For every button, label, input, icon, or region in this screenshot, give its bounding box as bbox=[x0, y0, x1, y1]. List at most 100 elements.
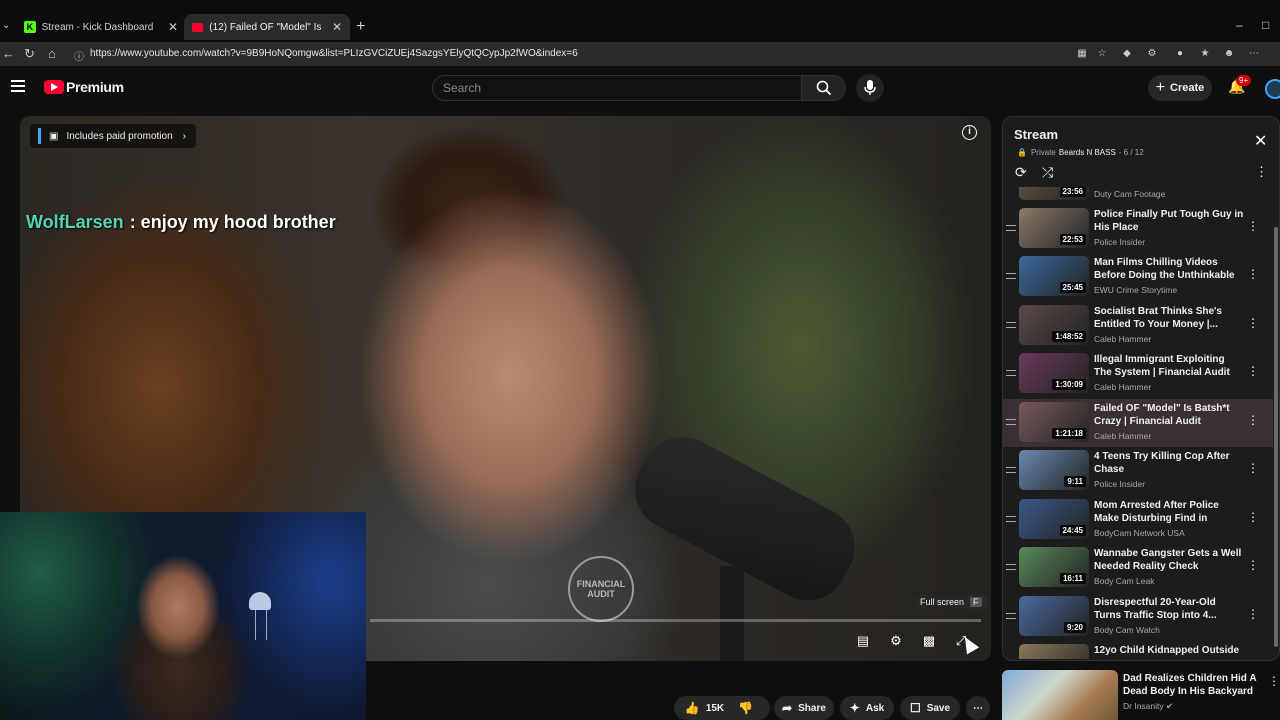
info-icon[interactable]: i bbox=[962, 125, 977, 140]
playlist-scrollbar[interactable] bbox=[1273, 187, 1278, 659]
channel-name[interactable]: Caleb Hammer bbox=[1094, 334, 1151, 344]
more-vertical-icon[interactable]: ⋮ bbox=[1247, 219, 1259, 233]
playlist-title[interactable]: Stream bbox=[1014, 127, 1058, 142]
save-button[interactable]: ☐ Save bbox=[900, 696, 960, 720]
video-thumbnail[interactable]: 16:11 bbox=[1019, 547, 1089, 587]
video-title[interactable]: 12yo Child Kidnapped Outside bbox=[1094, 644, 1244, 657]
video-title[interactable]: Mom Arrested After Police Make Disturbin… bbox=[1094, 499, 1244, 525]
video-thumbnail[interactable]: 9:11 bbox=[1019, 450, 1089, 490]
drag-handle-icon[interactable] bbox=[1006, 370, 1016, 376]
back-icon[interactable]: ← bbox=[2, 46, 15, 61]
paid-promotion-badge[interactable]: ▣ Includes paid promotion › bbox=[30, 124, 196, 148]
channel-name[interactable]: BodyCam Network USA bbox=[1094, 528, 1185, 538]
list-item[interactable]: 22:53 Police Finally Put Tough Guy in Hi… bbox=[1003, 205, 1273, 253]
minimize-icon[interactable]: – bbox=[1236, 18, 1243, 32]
more-vertical-icon[interactable]: ⋮ bbox=[1268, 674, 1280, 688]
theater-mode-icon[interactable]: ▩ bbox=[918, 630, 940, 652]
more-vertical-icon[interactable]: ⋮ bbox=[1247, 364, 1259, 378]
url-field[interactable]: https://www.youtube.com/watch?v=9B9HoNQo… bbox=[90, 48, 578, 59]
drag-handle-icon[interactable] bbox=[1006, 467, 1016, 473]
drag-handle-icon[interactable] bbox=[1006, 564, 1016, 570]
video-title[interactable]: Wannabe Gangster Gets a Well Needed Real… bbox=[1094, 547, 1244, 573]
search-input[interactable]: Search bbox=[432, 75, 802, 101]
more-vertical-icon[interactable]: ⋮ bbox=[1247, 413, 1259, 427]
thumbs-down-icon[interactable]: 👎 bbox=[738, 701, 753, 715]
settings-gear-icon[interactable]: ⚙ bbox=[885, 630, 907, 652]
maximize-icon[interactable]: □ bbox=[1262, 18, 1269, 32]
video-thumbnail[interactable]: 1:48:52 bbox=[1019, 305, 1089, 345]
reload-icon[interactable]: ↻ bbox=[24, 46, 35, 62]
extension-icon[interactable]: ● bbox=[1174, 48, 1186, 60]
captions-icon[interactable]: ▤ bbox=[852, 630, 874, 652]
loop-icon[interactable]: ⟳ bbox=[1015, 164, 1027, 181]
site-info-icon[interactable]: ⓘ bbox=[74, 48, 84, 63]
drag-handle-icon[interactable] bbox=[1006, 613, 1016, 619]
video-thumbnail[interactable] bbox=[1019, 644, 1089, 659]
close-icon[interactable]: ✕ bbox=[1254, 131, 1267, 151]
video-thumbnail[interactable]: 9:20 bbox=[1019, 596, 1089, 636]
channel-name[interactable]: Body Cam Watch bbox=[1094, 625, 1160, 635]
list-item-current[interactable]: 1:21:18 Failed OF "Model" Is Batsh*t Cra… bbox=[1003, 399, 1273, 447]
drag-handle-icon[interactable] bbox=[1006, 225, 1016, 231]
more-menu-icon[interactable]: ⋯ bbox=[1248, 48, 1260, 60]
video-thumbnail[interactable]: 22:53 bbox=[1019, 208, 1089, 248]
more-vertical-icon[interactable]: ⋮ bbox=[1247, 316, 1259, 330]
more-actions-button[interactable]: ⋯ bbox=[966, 696, 990, 720]
channel-name[interactable]: Duty Cam Footage bbox=[1094, 189, 1165, 199]
close-icon[interactable]: ✕ bbox=[168, 20, 178, 34]
browser-tab-kick[interactable]: K Stream - Kick Dashboard ✕ bbox=[16, 14, 186, 40]
video-title[interactable]: Man Films Chilling Videos Before Doing t… bbox=[1094, 256, 1244, 282]
video-title[interactable]: Illegal Immigrant Exploiting The System … bbox=[1094, 353, 1244, 379]
list-item[interactable]: 12yo Child Kidnapped Outside bbox=[1003, 641, 1273, 659]
channel-name[interactable]: Police Insider bbox=[1094, 479, 1145, 489]
create-button[interactable]: + Create bbox=[1148, 75, 1212, 101]
avatar[interactable] bbox=[1265, 79, 1280, 99]
voice-search-button[interactable] bbox=[856, 74, 884, 102]
video-title[interactable]: Disrespectful 20-Year-Old Turns Traffic … bbox=[1094, 596, 1244, 622]
scrollbar-thumb[interactable] bbox=[1274, 227, 1278, 647]
drag-handle-icon[interactable] bbox=[1006, 516, 1016, 522]
close-icon[interactable]: ✕ bbox=[332, 20, 342, 34]
new-tab-button[interactable]: + bbox=[356, 18, 365, 36]
search-button[interactable] bbox=[801, 75, 846, 101]
channel-name[interactable]: Caleb Hammer bbox=[1094, 431, 1151, 441]
more-vertical-icon[interactable]: ⋮ bbox=[1247, 558, 1259, 572]
video-title[interactable]: Police Finally Put Tough Guy in His Plac… bbox=[1094, 208, 1244, 234]
video-thumbnail[interactable]: 24:45 bbox=[1019, 499, 1089, 539]
thumbs-up-icon[interactable]: 👍 bbox=[685, 701, 700, 715]
list-item[interactable]: 9:20 Disrespectful 20-Year-Old Turns Tra… bbox=[1003, 593, 1273, 641]
video-title[interactable]: Failed OF "Model" Is Batsh*t Crazy | Fin… bbox=[1094, 402, 1244, 428]
channel-name[interactable]: Caleb Hammer bbox=[1094, 382, 1151, 392]
ask-button[interactable]: ✦ Ask bbox=[840, 696, 894, 720]
recommended-channel-name[interactable]: Dr Insanity ✔ bbox=[1123, 701, 1173, 712]
list-item[interactable]: 16:11 Wannabe Gangster Gets a Well Neede… bbox=[1003, 544, 1273, 592]
profile-avatar[interactable]: ☻ bbox=[1223, 48, 1235, 60]
tab-list-chevron-icon[interactable]: ⌄ bbox=[2, 20, 10, 31]
drag-handle-icon[interactable] bbox=[1006, 322, 1016, 328]
list-item[interactable]: 25:45 Man Films Chilling Videos Before D… bbox=[1003, 253, 1273, 301]
video-thumbnail[interactable]: 23:56 bbox=[1019, 187, 1089, 200]
app-install-icon[interactable]: ▦ bbox=[1076, 48, 1088, 60]
channel-name[interactable]: EWU Crime Storytime bbox=[1094, 285, 1177, 295]
video-thumbnail[interactable]: 1:21:18 bbox=[1019, 402, 1089, 442]
video-title[interactable]: 4 Teens Try Killing Cop After Chase bbox=[1094, 450, 1244, 476]
more-vertical-icon[interactable]: ⋮ bbox=[1255, 164, 1268, 180]
list-item[interactable]: 1:30:09 Illegal Immigrant Exploiting The… bbox=[1003, 350, 1273, 398]
more-vertical-icon[interactable]: ⋮ bbox=[1247, 607, 1259, 621]
list-item[interactable]: 23:56 Duty Cam Footage bbox=[1003, 187, 1273, 205]
drag-handle-icon[interactable] bbox=[1006, 273, 1016, 279]
progress-bar[interactable] bbox=[370, 619, 981, 622]
recommended-video-title[interactable]: Dad Realizes Children Hid A Dead Body In… bbox=[1123, 672, 1263, 698]
list-item[interactable]: 24:45 Mom Arrested After Police Make Dis… bbox=[1003, 496, 1273, 544]
home-icon[interactable]: ⌂ bbox=[48, 46, 56, 61]
shuffle-icon[interactable]: ⤮ bbox=[1042, 164, 1053, 181]
extension-diamond-icon[interactable]: ◆ bbox=[1121, 48, 1133, 60]
list-item[interactable]: 9:11 4 Teens Try Killing Cop After Chase… bbox=[1003, 447, 1273, 495]
hamburger-menu-icon[interactable] bbox=[11, 80, 25, 92]
browser-tab-youtube[interactable]: (12) Failed OF "Model" Is Batsh*t C ✕ bbox=[184, 14, 350, 40]
list-item[interactable]: 1:48:52 Socialist Brat Thinks She's Enti… bbox=[1003, 302, 1273, 350]
channel-name[interactable]: Body Cam Leak bbox=[1094, 576, 1154, 586]
drag-handle-icon[interactable] bbox=[1006, 419, 1016, 425]
more-vertical-icon[interactable]: ⋮ bbox=[1247, 267, 1259, 281]
video-thumbnail[interactable]: 1:30:09 bbox=[1019, 353, 1089, 393]
